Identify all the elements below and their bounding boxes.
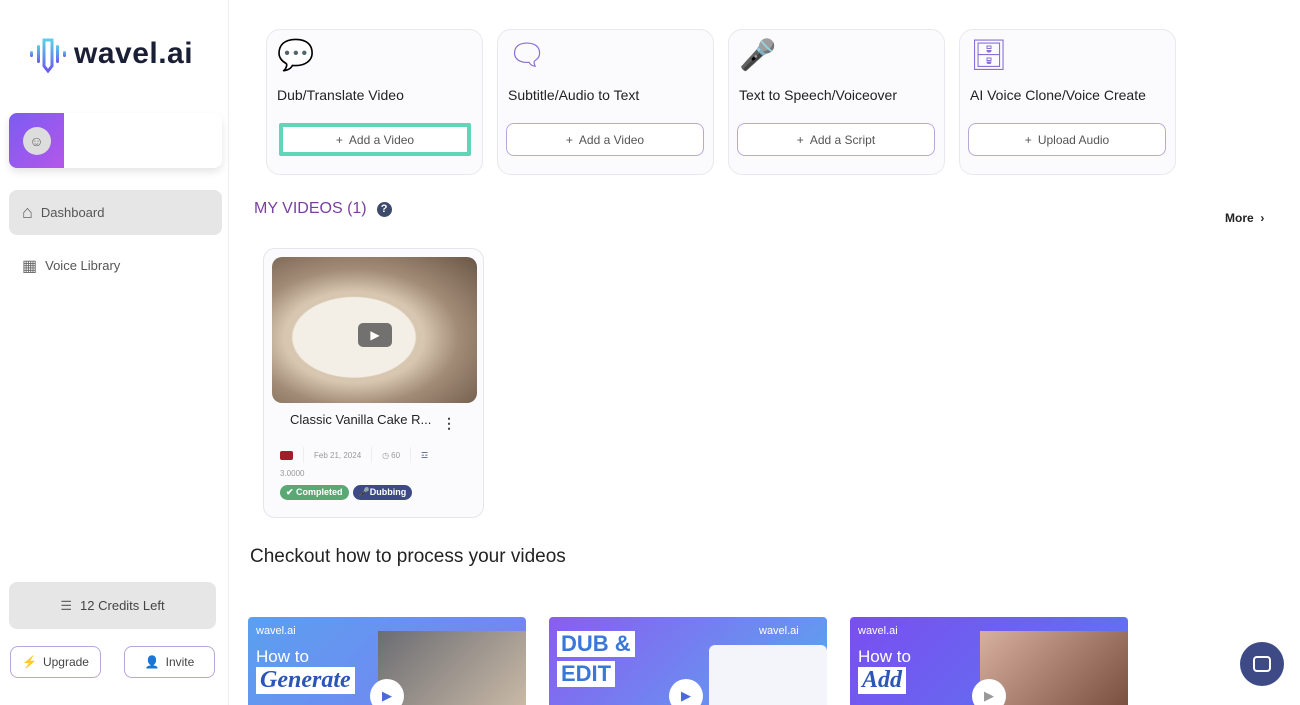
type-label: Dubbing (369, 487, 407, 497)
tool-card-subtitle: 🗨 Subtitle/Audio to Text + Add a Video (497, 29, 714, 175)
tutorial-video-2[interactable]: wavel.ai DUB & EDIT ▶ (549, 617, 827, 705)
button-label: Add a Video (348, 132, 415, 147)
user-profile-card[interactable]: ☺ (9, 113, 222, 168)
user-avatar-icon: ☺ (22, 126, 51, 155)
voice-clone-icon: 🗄 (970, 39, 1009, 72)
credits-indicator[interactable]: ☰ 12 Credits Left (9, 582, 216, 629)
bolt-icon: ⚡ (22, 655, 37, 669)
video-meta: Feb 21, 2024 ◷ 60 ☲ (280, 447, 428, 463)
video-date: Feb 21, 2024 (314, 450, 362, 460)
upgrade-label: Upgrade (42, 655, 89, 669)
tutorial-video-1[interactable]: wavel.ai How to Generate ▶ (248, 617, 526, 705)
credits-text: 12 Credits Left (80, 598, 165, 613)
tool-title: Text to Speech/Voiceover (739, 87, 897, 103)
help-icon[interactable]: ? (376, 201, 392, 217)
brand-name: wavel.ai (74, 37, 194, 70)
tool-card-text-to-speech: 🎤 Text to Speech/Voiceover + Add a Script (728, 29, 945, 175)
more-label: More (1225, 211, 1254, 225)
add-video-button[interactable]: + Add a Video (279, 123, 471, 156)
status-badge: ✔ Completed (280, 485, 349, 500)
video-card[interactable]: ▶ Classic Vanilla Cake R... ⋮ Feb 21, 20… (263, 248, 484, 518)
section-title: MY VIDEOS (1) (254, 200, 367, 217)
video-caption: DUB & (557, 631, 635, 657)
video-title: Classic Vanilla Cake R... (290, 412, 432, 427)
subtitle-icon: 🗨 (508, 39, 547, 72)
database-icon: ☲ (421, 450, 429, 460)
logo[interactable]: wavel.ai (28, 34, 193, 74)
tutorial-video-3[interactable]: wavel.ai How to Add ▶ (850, 617, 1128, 705)
video-brand: wavel.ai (858, 625, 898, 637)
video-brand: wavel.ai (759, 625, 799, 637)
button-label: Upload Audio (1037, 132, 1110, 147)
sidebar-item-dashboard[interactable]: ⌂ Dashboard (9, 190, 222, 235)
video-caption-highlight: EDIT (557, 661, 616, 687)
sidebar-item-label: Voice Library (45, 258, 121, 273)
coins-icon: ☰ (60, 597, 73, 613)
youtube-icon (280, 450, 293, 460)
tool-title: Dub/Translate Video (277, 87, 404, 103)
video-caption: How to (256, 647, 309, 666)
add-script-button[interactable]: + Add a Script (737, 123, 935, 156)
video-thumbnail[interactable]: ▶ (272, 257, 477, 403)
video-brand: wavel.ai (256, 625, 296, 637)
tool-title: Subtitle/Audio to Text (508, 87, 640, 103)
translate-icon: 💬 (277, 39, 315, 72)
tutorials-heading: Checkout how to process your videos (250, 546, 566, 567)
sidebar: wavel.ai ☺ ⌂ Dashboard ▦ Voice Library ☰… (0, 0, 229, 705)
button-label: Add a Script (809, 132, 876, 147)
wave-logo-icon (30, 38, 66, 74)
sidebar-item-voice-library[interactable]: ▦ Voice Library (9, 243, 222, 288)
home-icon: ⌂ (22, 202, 33, 222)
more-link[interactable]: More › (1225, 211, 1264, 225)
type-badge: 🎤Dubbing (352, 485, 413, 500)
clock-icon: ◷ (382, 450, 390, 460)
tool-title: AI Voice Clone/Voice Create (970, 87, 1146, 103)
tool-card-dub-translate: 💬 Dub/Translate Video + Add a Video (266, 29, 483, 175)
status-label: Completed (296, 487, 343, 497)
add-user-icon: 👤 (144, 655, 160, 669)
invite-button[interactable]: 👤 Invite (124, 646, 215, 678)
add-video-button[interactable]: + Add a Video (506, 123, 704, 156)
sidebar-item-label: Dashboard (40, 205, 105, 220)
microphone-icon: 🎤 (739, 39, 777, 72)
invite-label: Invite (165, 655, 195, 669)
my-videos-heading: MY VIDEOS (1) ? (254, 200, 392, 218)
tool-card-voice-clone: 🗄 AI Voice Clone/Voice Create + Upload Au… (959, 29, 1176, 175)
chat-icon (1253, 656, 1271, 672)
chat-support-button[interactable] (1240, 642, 1284, 686)
video-caption-highlight: Add (858, 667, 907, 694)
video-caption-highlight: Generate (256, 667, 355, 694)
play-icon[interactable]: ▶ (972, 679, 1006, 705)
video-duration: 60 (391, 450, 401, 460)
play-icon[interactable]: ▶ (358, 323, 392, 347)
grid-icon: ▦ (22, 257, 38, 275)
button-label: Add a Video (578, 132, 645, 147)
upload-audio-button[interactable]: + Upload Audio (968, 123, 1166, 156)
play-icon[interactable]: ▶ (370, 679, 404, 705)
video-score: 3.0000 (280, 469, 305, 478)
upgrade-button[interactable]: ⚡ Upgrade (10, 646, 101, 678)
play-icon[interactable]: ▶ (669, 679, 703, 705)
video-caption: How to (858, 647, 911, 666)
more-options-icon[interactable]: ⋮ (442, 415, 456, 432)
